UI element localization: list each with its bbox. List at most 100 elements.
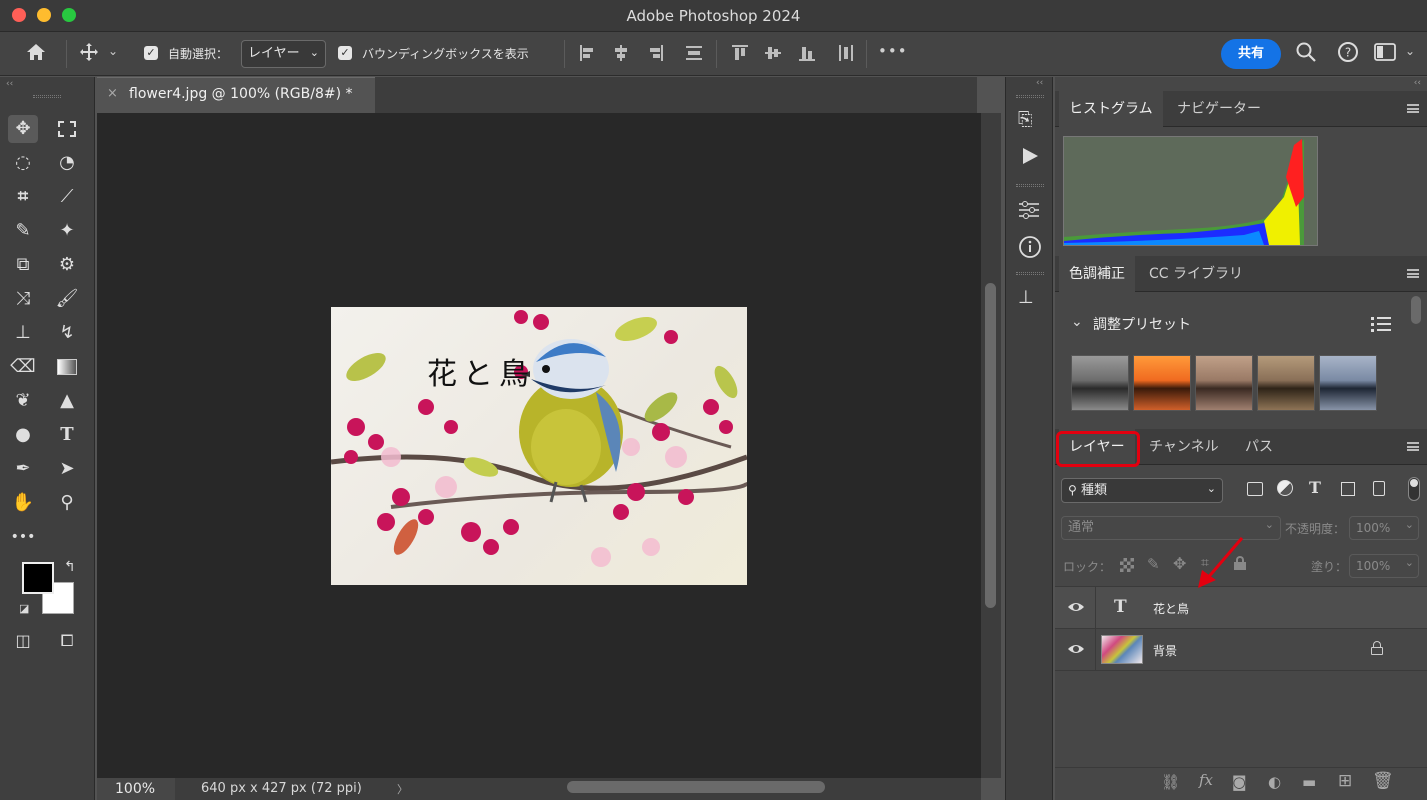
panel-menu-icon[interactable] <box>1407 442 1419 451</box>
fx-icon[interactable]: fx <box>1199 771 1213 789</box>
tab-paths[interactable]: パス <box>1235 429 1283 465</box>
healing-brush-tool-icon[interactable]: ⧉ <box>8 251 38 279</box>
eyedropper-tool-icon[interactable]: ⟋ <box>52 183 82 211</box>
preset-thumbnail-sepia[interactable] <box>1195 355 1253 411</box>
layer-name[interactable]: 花と鳥 <box>1153 600 1189 617</box>
align-vertical-center-icon[interactable] <box>764 44 782 62</box>
vertical-scrollbar[interactable] <box>981 113 1001 778</box>
dodge-tool-icon[interactable]: ● <box>8 421 38 449</box>
preset-thumbnail-vintage[interactable] <box>1257 355 1315 411</box>
lock-transparency-icon[interactable] <box>1120 558 1134 572</box>
align-left-icon[interactable] <box>579 44 597 62</box>
gradient-tool-icon[interactable] <box>52 353 82 381</box>
pen-tool-icon[interactable]: ✒ <box>8 455 38 483</box>
tab-histogram[interactable]: ヒストグラム <box>1059 91 1163 127</box>
adjustments-scrollbar[interactable] <box>1411 296 1421 324</box>
panel-menu-icon[interactable] <box>1407 269 1419 278</box>
document-tab[interactable]: × flower4.jpg @ 100% (RGB/8#) * <box>97 77 375 113</box>
distribute-icon[interactable] <box>685 44 703 62</box>
more-options-icon[interactable]: ••• <box>878 42 908 60</box>
generative-fill-icon[interactable]: ⚙ <box>52 251 82 279</box>
auto-select-checkbox[interactable]: ✓ <box>144 46 158 60</box>
workspace-icon[interactable] <box>1374 43 1396 65</box>
content-aware-move-icon[interactable]: ⤨ <box>8 285 38 313</box>
eraser-tool-icon[interactable]: ⌫ <box>8 353 38 381</box>
align-bottom-icon[interactable] <box>798 44 816 62</box>
preset-thumbnail-cool[interactable] <box>1319 355 1377 411</box>
document-image[interactable]: 花と鳥 <box>331 307 747 585</box>
collapse-icon[interactable]: ‹‹ <box>1036 78 1043 88</box>
smart-object-filter-icon[interactable] <box>1373 481 1385 496</box>
tab-adjustments[interactable]: 色調補正 <box>1059 256 1135 292</box>
list-view-icon[interactable] <box>1371 315 1391 337</box>
align-right-icon[interactable] <box>646 44 664 62</box>
share-button[interactable]: 共有 <box>1221 39 1281 69</box>
vertical-scroll-thumb[interactable] <box>985 283 996 608</box>
lock-paint-icon[interactable]: ✎ <box>1147 555 1160 573</box>
align-horizontal-center-icon[interactable] <box>612 44 630 62</box>
quick-mask-icon[interactable]: ◫ <box>8 627 38 655</box>
type-tool-icon[interactable]: T <box>52 421 82 449</box>
foreground-color-swatch[interactable] <box>22 562 54 594</box>
marquee-tool-icon[interactable] <box>52 115 82 143</box>
opacity-field[interactable]: 100% ⌄ <box>1349 516 1419 540</box>
tab-navigator[interactable]: ナビゲーター <box>1167 91 1271 127</box>
blur-tool-icon[interactable]: ❦ <box>8 387 38 415</box>
close-tab-icon[interactable]: × <box>107 86 118 101</box>
new-layer-icon[interactable]: ⊞ <box>1338 771 1352 791</box>
move-tool-icon[interactable] <box>78 42 100 66</box>
swap-colors-icon[interactable]: ↰ <box>64 559 76 575</box>
fill-field[interactable]: 100% ⌄ <box>1349 554 1419 578</box>
align-top-icon[interactable] <box>731 44 749 62</box>
preset-thumbnail-warm[interactable] <box>1133 355 1191 411</box>
clone-stamp-tool-icon[interactable]: ⊥ <box>8 319 38 347</box>
clone-source-icon[interactable]: ⊥ <box>1018 287 1034 308</box>
image-filter-icon[interactable] <box>1247 482 1263 496</box>
shape-filter-icon[interactable] <box>1341 482 1355 496</box>
lock-icon[interactable] <box>1371 641 1383 655</box>
type-filter-icon[interactable]: T <box>1309 478 1321 497</box>
link-layers-icon[interactable]: ⛓ <box>1161 773 1180 791</box>
delete-layer-icon[interactable]: 🗑 <box>1372 771 1394 791</box>
path-select-tool-icon[interactable]: ➤ <box>52 455 82 483</box>
zoom-level[interactable]: 100% <box>115 781 155 797</box>
bounding-box-checkbox[interactable]: ✓ <box>338 46 352 60</box>
remove-tool-icon[interactable]: ✦ <box>52 217 82 245</box>
home-icon[interactable] <box>24 42 48 66</box>
horizontal-scroll-thumb[interactable] <box>567 781 825 793</box>
properties-sliders-icon[interactable] <box>1017 199 1041 225</box>
adjustment-filter-icon[interactable] <box>1277 480 1293 496</box>
layer-name[interactable]: 背景 <box>1153 642 1177 659</box>
screen-mode-icon[interactable]: ⧠ <box>52 627 82 655</box>
tab-channels[interactable]: チャンネル <box>1139 429 1229 465</box>
help-icon[interactable]: ? <box>1337 41 1359 67</box>
collapse-icon[interactable]: ‹‹ <box>6 79 13 89</box>
layer-mask-icon[interactable]: ◙ <box>1232 773 1247 791</box>
tab-cc-libraries[interactable]: CC ライブラリ <box>1139 256 1253 292</box>
spot-healing-tool-icon[interactable]: ✎ <box>8 217 38 245</box>
auto-select-dropdown[interactable]: レイヤー ⌄ <box>241 40 326 68</box>
new-adjustment-icon[interactable]: ◐ <box>1268 773 1281 791</box>
history-icon[interactable]: ⎘ <box>1018 109 1032 130</box>
more-tools-icon[interactable]: ••• <box>8 523 38 551</box>
new-group-icon[interactable]: ▬ <box>1302 773 1316 791</box>
canvas-text-layer[interactable]: 花と鳥 <box>427 349 535 393</box>
crop-tool-icon[interactable]: ⌗ <box>8 183 38 211</box>
hand-tool-icon[interactable]: ✋ <box>8 489 38 517</box>
chevron-down-icon[interactable]: ⌄ <box>1071 314 1083 330</box>
brush-tool-icon[interactable]: 🖌 <box>52 285 82 313</box>
actions-play-icon[interactable] <box>1021 147 1039 169</box>
collapse-icon[interactable]: ‹‹ <box>1414 78 1421 88</box>
lock-position-icon[interactable]: ✥ <box>1173 554 1186 573</box>
layer-row[interactable]: 背景 <box>1055 629 1427 671</box>
filter-toggle[interactable] <box>1408 477 1420 501</box>
status-menu-arrow[interactable]: 〉 <box>397 781 408 797</box>
chevron-down-icon[interactable]: ⌄ <box>108 44 118 58</box>
history-brush-tool-icon[interactable]: ↯ <box>52 319 82 347</box>
eye-visibility-icon[interactable] <box>1067 598 1085 620</box>
sharpen-tool-icon[interactable]: ▲ <box>52 387 82 415</box>
default-colors-icon[interactable]: ◪ <box>19 602 29 615</box>
layer-row[interactable]: T 花と鳥 <box>1055 587 1427 629</box>
move-tool-icon[interactable]: ✥ <box>8 115 38 143</box>
quick-select-tool-icon[interactable]: ◔ <box>52 149 82 177</box>
